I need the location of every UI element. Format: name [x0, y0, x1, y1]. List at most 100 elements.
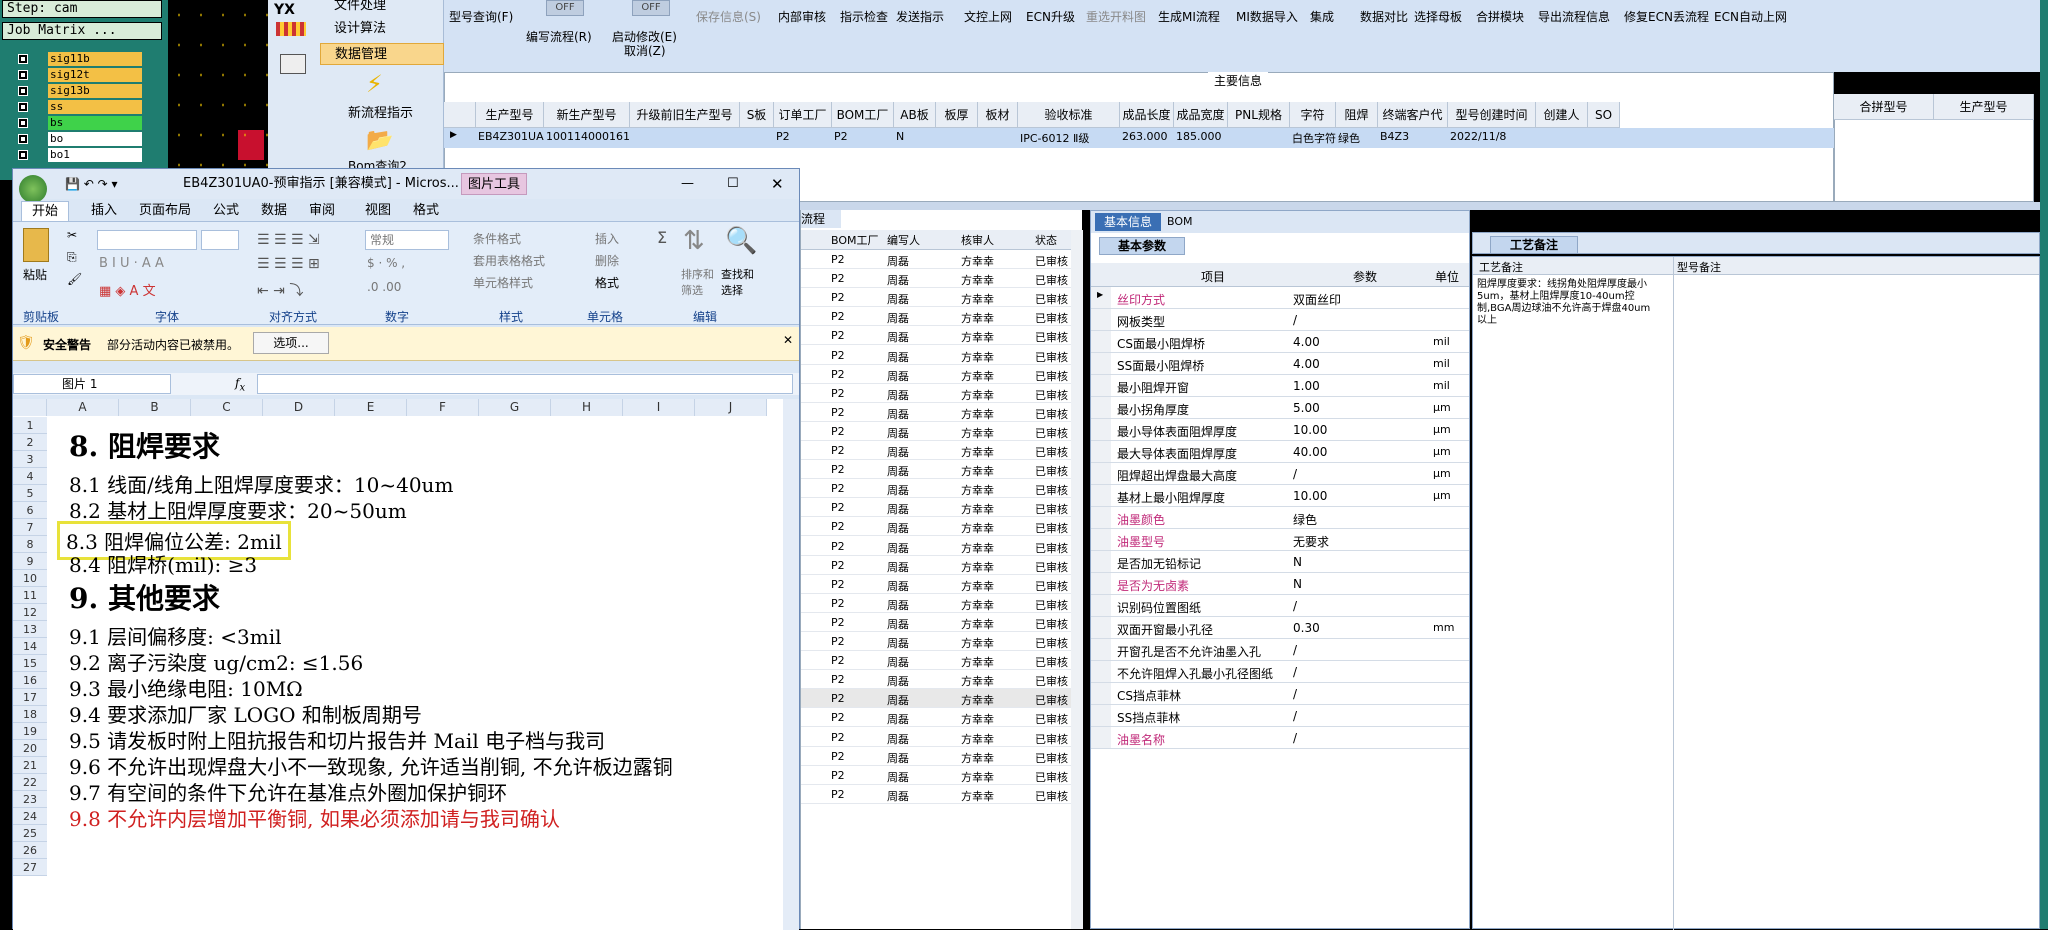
- table-row[interactable]: P2 周磊 方幸幸 已审核: [801, 269, 1071, 289]
- toolbar-button[interactable]: 编写流程(R): [526, 28, 592, 45]
- table-row[interactable]: P2 周磊 方幸幸 已审核: [801, 384, 1071, 403]
- row-header[interactable]: 14: [13, 638, 47, 655]
- decimal-icon[interactable]: .0 .00: [367, 280, 401, 294]
- table-row[interactable]: P2 周磊 方幸幸 已审核: [801, 575, 1071, 594]
- column-header[interactable]: C: [191, 399, 263, 416]
- param-value[interactable]: 0.30: [1293, 621, 1320, 635]
- grid-cell[interactable]: 2022/11/8: [1450, 130, 1536, 143]
- table-row[interactable]: P2 周磊 方幸幸 已审核: [801, 632, 1071, 651]
- tab-basic-params[interactable]: 基本参数: [1099, 237, 1185, 255]
- row-header[interactable]: 9: [13, 553, 47, 570]
- row-header[interactable]: 8: [13, 536, 47, 553]
- table-row[interactable]: P2 周磊 方幸幸 已审核: [801, 441, 1071, 460]
- param-row[interactable]: 双面开窗最小孔径 0.30 mm: [1091, 617, 1469, 639]
- row-header[interactable]: 4: [13, 468, 47, 485]
- param-row[interactable]: 最大导体表面阻焊厚度 40.00 μm: [1091, 441, 1469, 463]
- vertical-scrollbar[interactable]: [783, 399, 799, 930]
- toolbar-button[interactable]: 选择母板: [1414, 8, 1462, 25]
- row-header[interactable]: 10: [13, 570, 47, 587]
- ribbon-tab[interactable]: 公式: [207, 201, 245, 221]
- grid-col-header[interactable]: 生产型号: [476, 102, 544, 128]
- table-row[interactable]: P2 周磊 方幸幸 已审核: [801, 422, 1071, 441]
- table-row[interactable]: P2 周磊 方幸幸 已审核: [801, 708, 1071, 728]
- toolbar-button[interactable]: 文控上网: [964, 8, 1012, 25]
- grid-col-header[interactable]: 板材: [978, 102, 1018, 128]
- param-value[interactable]: 4.00: [1293, 357, 1320, 371]
- table-row[interactable]: P2 周磊 方幸幸 已审核: [801, 556, 1071, 575]
- grid-cell[interactable]: 绿色: [1338, 130, 1378, 146]
- toolbar-button[interactable]: 修复ECN丢流程: [1624, 8, 1709, 25]
- param-row[interactable]: CS面最小阻焊桥 4.00 mil: [1091, 331, 1469, 353]
- table-row[interactable]: P2 周磊 方幸幸 已审核: [801, 728, 1071, 747]
- layer-row[interactable]: bo1: [12, 148, 142, 162]
- param-value[interactable]: /: [1293, 709, 1297, 723]
- grid-cell[interactable]: 263.000: [1122, 130, 1174, 143]
- layer-row[interactable]: sig11b: [12, 52, 142, 66]
- toggle-switch[interactable]: OFF: [546, 0, 584, 16]
- row-header[interactable]: 13: [13, 621, 47, 638]
- process-note-text[interactable]: 阻焊厚度要求：线拐角处阻焊厚度最小5um，基材上阻焊厚度10-40um控制,BG…: [1477, 279, 1657, 327]
- table-row[interactable]: P2 周磊 方幸幸 已审核: [801, 785, 1071, 804]
- row-header[interactable]: 1: [13, 417, 47, 434]
- grid-col-header[interactable]: 型号创建时间: [1448, 102, 1536, 128]
- grid-col-header[interactable]: 字符: [1290, 102, 1336, 128]
- row-header[interactable]: 26: [13, 842, 47, 859]
- param-row[interactable]: 油墨颜色 绿色: [1091, 507, 1469, 529]
- layer-row[interactable]: sig12t: [12, 68, 142, 82]
- toolbar-button[interactable]: 型号查询(F): [449, 8, 513, 25]
- grid-col-header[interactable]: 新生产型号: [544, 102, 630, 128]
- row-header[interactable]: 2: [13, 434, 47, 451]
- grid-col-header[interactable]: 创建人: [1536, 102, 1588, 128]
- param-row[interactable]: 开窗孔是否不允许油墨入孔 /: [1091, 639, 1469, 661]
- table-row[interactable]: P2 周磊 方幸幸 已审核: [801, 651, 1071, 671]
- formula-input[interactable]: [257, 374, 793, 394]
- copy-icon[interactable]: ⎘: [67, 250, 77, 265]
- bold-italic-underline-icon[interactable]: B I U · A A: [99, 256, 164, 271]
- notes-col2[interactable]: 型号备注: [1677, 259, 1721, 275]
- table-row[interactable]: P2 周磊 方幸幸 已审核: [801, 766, 1071, 785]
- sort-filter-button[interactable]: 排序和筛选: [681, 266, 717, 298]
- grid-cell[interactable]: P2: [834, 130, 894, 143]
- list-col-header[interactable]: 状态: [1035, 232, 1057, 248]
- currency-percent-icon[interactable]: $ · % ,: [367, 256, 405, 270]
- column-header[interactable]: H: [551, 399, 623, 416]
- notes-col1[interactable]: 工艺备注: [1479, 259, 1523, 275]
- table-row[interactable]: P2 周磊 方幸幸 已审核: [801, 670, 1071, 690]
- param-value[interactable]: 40.00: [1293, 445, 1327, 459]
- param-row[interactable]: 网板类型 /: [1091, 309, 1469, 331]
- row-header[interactable]: 15: [13, 655, 47, 672]
- param-value[interactable]: /: [1293, 599, 1297, 613]
- find-select-button[interactable]: 查找和选择: [721, 266, 761, 298]
- toolbar-button[interactable]: 重选开料图: [1086, 8, 1146, 25]
- layer-checkbox[interactable]: [18, 118, 28, 128]
- worksheet[interactable]: 1 2 3 4 5 6 7 8 9 10 11 12 13 14 15 16 17 18 19 20 21 22 23 24 2…: [13, 399, 783, 930]
- grid-cell[interactable]: 185.000: [1176, 130, 1228, 143]
- param-row[interactable]: 阻焊超出焊盘最大高度 / μm: [1091, 463, 1469, 485]
- new-flow-button[interactable]: 新流程指示: [348, 102, 413, 121]
- param-value[interactable]: /: [1293, 313, 1297, 327]
- cut-icon[interactable]: ✂: [67, 228, 77, 242]
- maximize-icon[interactable]: ☐: [727, 169, 739, 199]
- align-icon[interactable]: ☰ ☰ ☰ ⇲: [257, 232, 320, 248]
- toolbar-button[interactable]: ECN升级: [1026, 8, 1075, 25]
- table-row[interactable]: P2 周磊 方幸幸 已审核: [801, 326, 1071, 346]
- format-button[interactable]: 格式: [595, 274, 619, 291]
- office-button-icon[interactable]: [19, 175, 47, 203]
- tab-flow[interactable]: 流程: [801, 210, 841, 228]
- table-row[interactable]: P2 周磊 方幸幸 已审核: [801, 346, 1071, 365]
- ribbon-tab[interactable]: 数据: [255, 201, 293, 221]
- fx-icon[interactable]: fx: [235, 376, 245, 393]
- list-col-header[interactable]: 编写人: [887, 232, 920, 248]
- ribbon-tab[interactable]: 审阅: [303, 201, 341, 221]
- toolbar-button[interactable]: 发送指示: [896, 8, 944, 25]
- param-value[interactable]: 绿色: [1293, 511, 1317, 528]
- param-value[interactable]: 1.00: [1293, 379, 1320, 393]
- layer-row[interactable]: ss: [12, 100, 142, 114]
- column-header[interactable]: J: [695, 399, 767, 416]
- param-row[interactable]: 是否为无卤素 N: [1091, 573, 1469, 595]
- paste-icon[interactable]: [23, 228, 49, 262]
- row-header[interactable]: 20: [13, 740, 47, 757]
- layer-checkbox[interactable]: [18, 150, 28, 160]
- row-header[interactable]: 12: [13, 604, 47, 621]
- list-scrollbar[interactable]: [1071, 230, 1083, 929]
